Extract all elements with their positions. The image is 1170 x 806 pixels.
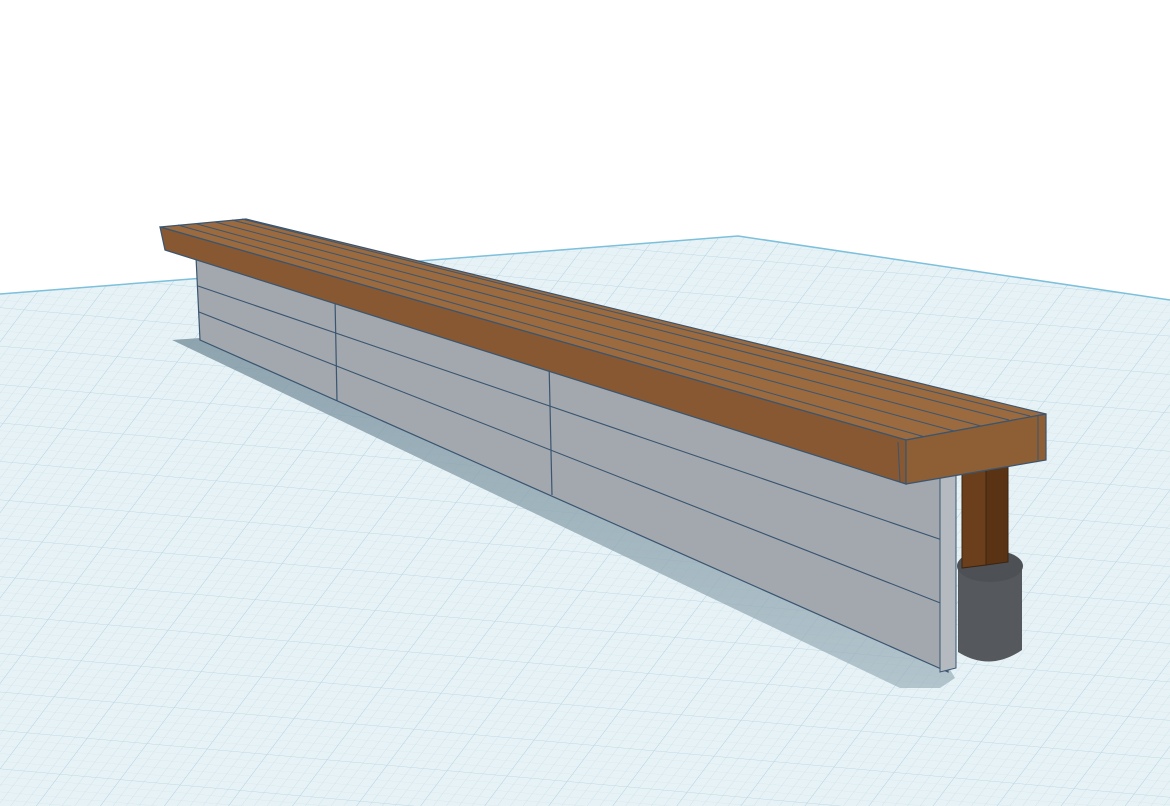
- wall-end-cap: [939, 472, 957, 673]
- post-side: [985, 457, 1009, 566]
- 3d-viewport[interactable]: [0, 0, 1170, 806]
- post-front: [961, 460, 987, 569]
- scene-canvas[interactable]: [0, 0, 1170, 806]
- post[interactable]: [961, 457, 1009, 569]
